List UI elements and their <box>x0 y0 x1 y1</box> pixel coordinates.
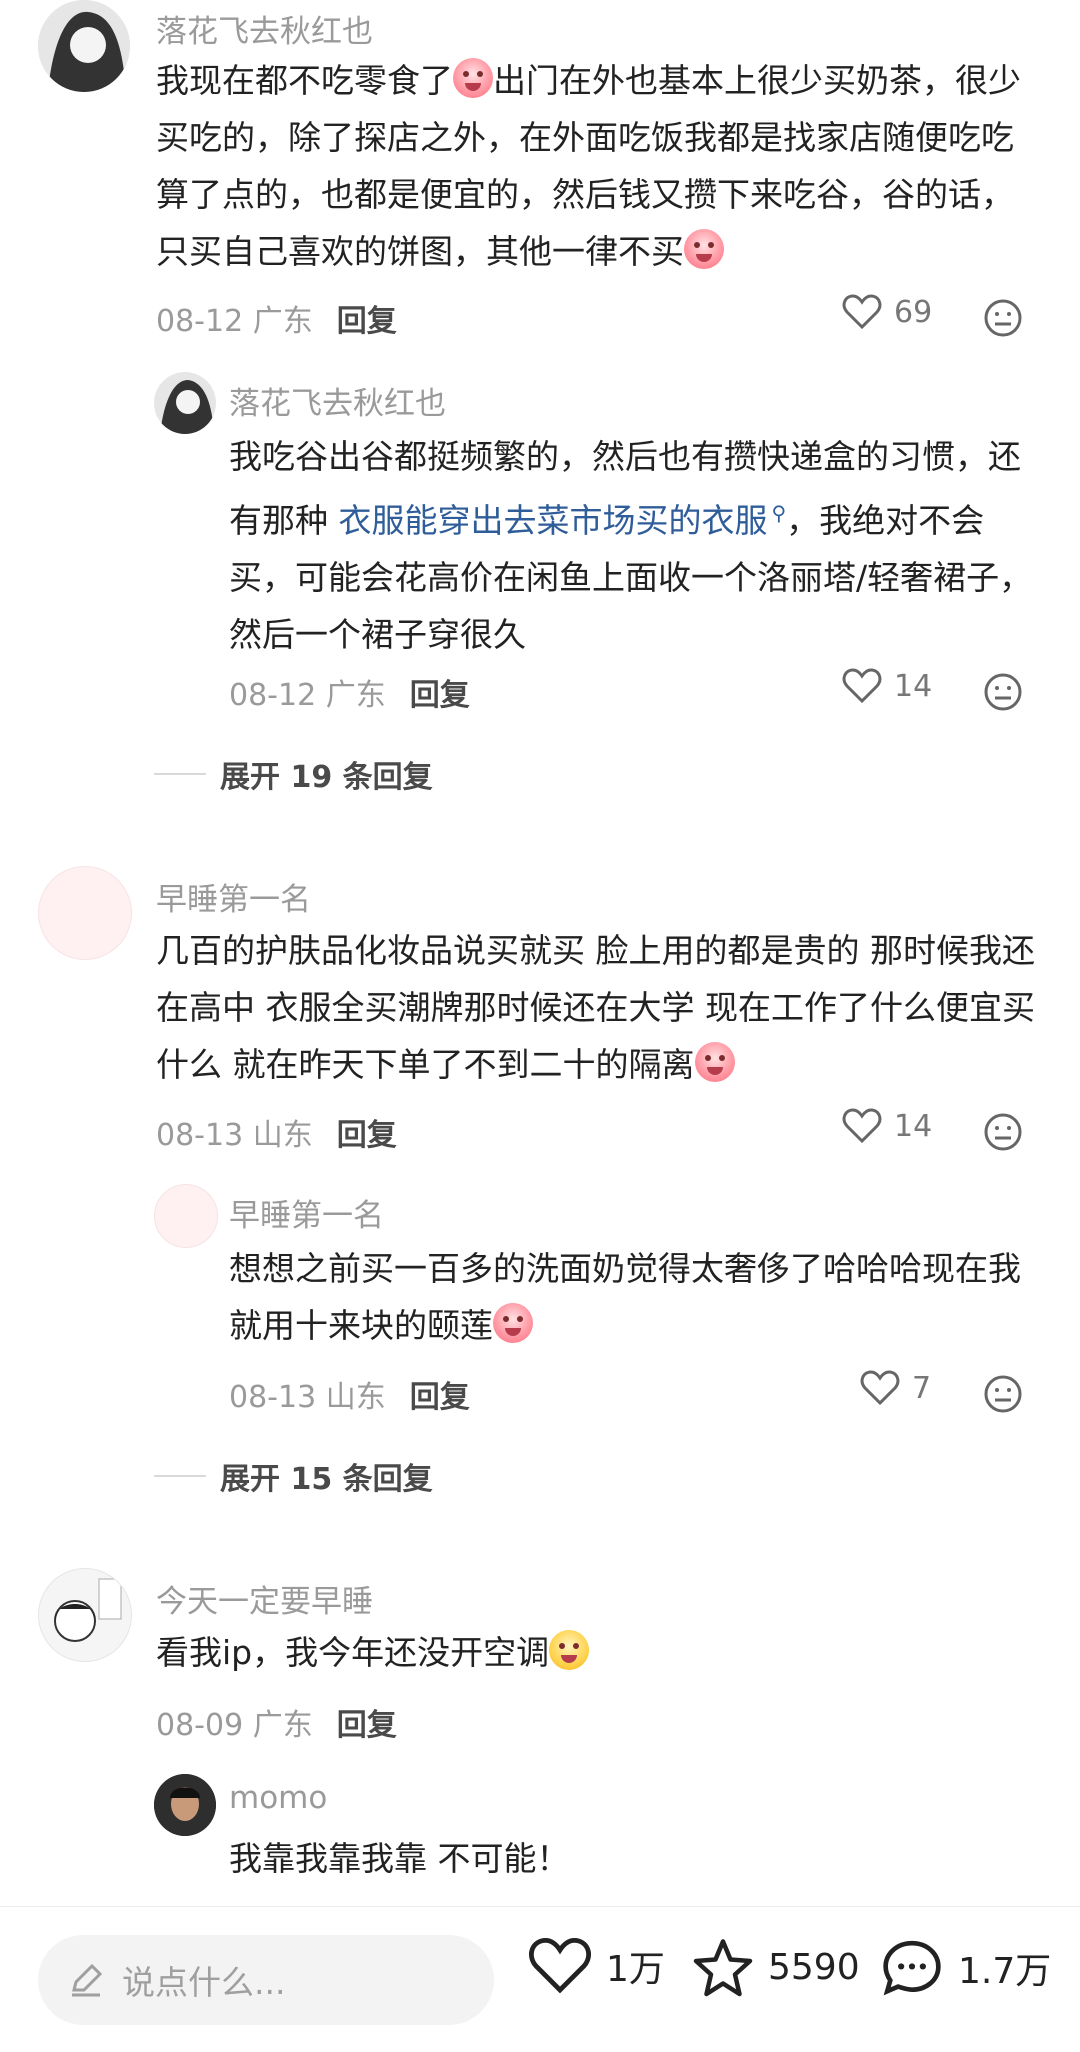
heart-icon <box>842 668 882 704</box>
reply-date-location: 08-13 山东 <box>229 1380 386 1415</box>
heart-icon <box>842 294 882 330</box>
expand-replies-button[interactable]: 展开 15 条回复 <box>154 1454 433 1498</box>
avatar[interactable] <box>38 866 132 960</box>
reply-text: 我吃谷出谷都挺频繁的，然后也有攒快递盒的习惯，还有那种 衣服能穿出去菜市场买的衣… <box>229 437 1033 654</box>
avatar[interactable] <box>38 0 130 92</box>
avatar[interactable] <box>154 1184 218 1248</box>
reply-button[interactable]: 回复 <box>410 678 470 713</box>
like-button[interactable]: 14 <box>842 1108 932 1144</box>
reply-username[interactable]: momo <box>229 1780 327 1816</box>
comment-meta: 08-12 广东 回复 <box>156 296 397 340</box>
search-link[interactable]: 衣服能穿出去菜市场买的衣服 ⚲ <box>339 501 787 540</box>
face-icon[interactable] <box>983 672 1023 712</box>
crying-emoji-icon <box>493 1303 533 1343</box>
like-button[interactable]: 69 <box>842 294 932 330</box>
comment-meta: 08-09 广东 回复 <box>156 1700 397 1744</box>
heart-icon <box>860 1370 900 1406</box>
star-icon <box>693 1939 753 1997</box>
favorite-count: 5590 <box>768 1946 860 1988</box>
expand-replies-button[interactable]: 展开 19 条回复 <box>154 752 433 796</box>
comment-meta: 08-13 山东 回复 <box>156 1110 397 1154</box>
divider-line <box>154 773 206 775</box>
comment-input-placeholder: 说点什么... <box>122 1963 286 2002</box>
comment-text: 看我ip，我今年还没开空调 <box>156 1624 1036 1681</box>
reply-button[interactable]: 回复 <box>337 1118 397 1153</box>
chat-icon <box>883 1940 941 1996</box>
reply-meta: 08-12 广东 回复 <box>229 670 470 714</box>
comment-date-location: 08-09 广东 <box>156 1708 313 1743</box>
comments-button[interactable]: 1.7万 <box>880 1937 1051 1999</box>
comment-username[interactable]: 今天一定要早睡 <box>156 1576 373 1621</box>
heart-icon <box>842 1108 882 1144</box>
like-count: 14 <box>894 668 933 704</box>
pencil-icon <box>72 1963 103 1997</box>
reply-button[interactable]: 回复 <box>337 304 397 339</box>
reply-date-location: 08-12 广东 <box>229 678 386 713</box>
crying-emoji-icon <box>694 1042 735 1082</box>
reply-button[interactable]: 回复 <box>410 1380 470 1415</box>
avatar[interactable] <box>154 1774 216 1836</box>
smile-emoji-icon <box>549 1630 590 1670</box>
comment-date-location: 08-12 广东 <box>156 304 313 339</box>
face-icon[interactable] <box>983 298 1023 338</box>
like-button[interactable]: 7 <box>860 1370 931 1406</box>
comment-text: 我现在都不吃零食了 出门在外也基本上很少买奶茶，很少买吃的，除了探店之外，在外面吃… <box>156 52 1036 280</box>
comment-text: 几百的护肤品化妆品说买就买 脸上用的都是贵的 那时候我还在高中 衣服全买潮牌那时… <box>156 931 1035 1084</box>
reply-username[interactable]: 早睡第一名 <box>229 1190 384 1235</box>
like-button[interactable]: 14 <box>842 668 932 704</box>
like-post-button[interactable]: 1万 <box>528 1937 665 1995</box>
avatar[interactable] <box>38 1568 132 1662</box>
post-like-count: 1万 <box>606 1949 665 1990</box>
heart-icon <box>529 1937 591 1994</box>
crying-emoji-icon <box>684 229 724 269</box>
reply-username[interactable]: 落花飞去秋红也 <box>229 378 446 423</box>
comment-count: 1.7万 <box>958 1951 1052 1992</box>
avatar[interactable] <box>154 372 216 434</box>
crying-emoji-icon <box>453 58 493 98</box>
comment-username[interactable]: 落花飞去秋红也 <box>156 6 373 51</box>
like-count: 14 <box>894 1108 933 1144</box>
like-count: 7 <box>912 1370 932 1406</box>
comment-username[interactable]: 早睡第一名 <box>156 874 311 919</box>
face-icon[interactable] <box>983 1112 1023 1152</box>
comment-input[interactable]: 说点什么... <box>38 1935 494 2025</box>
bottom-action-bar: 说点什么... 1万 5590 1.7万 <box>0 1906 1080 2052</box>
reply-text: 想想之前买一百多的洗面奶觉得太奢侈了哈哈哈现在我就用十来块的颐莲 <box>229 1249 1021 1345</box>
divider-line <box>154 1475 206 1477</box>
face-icon[interactable] <box>983 1374 1023 1414</box>
favorite-button[interactable]: 5590 <box>692 1937 860 1997</box>
reply-button[interactable]: 回复 <box>337 1708 397 1743</box>
comment-date-location: 08-13 山东 <box>156 1118 313 1153</box>
reply-text: 我靠我靠我靠 不可能！ <box>229 1839 570 1878</box>
like-count: 69 <box>894 294 933 330</box>
reply-meta: 08-13 山东 回复 <box>229 1372 470 1416</box>
